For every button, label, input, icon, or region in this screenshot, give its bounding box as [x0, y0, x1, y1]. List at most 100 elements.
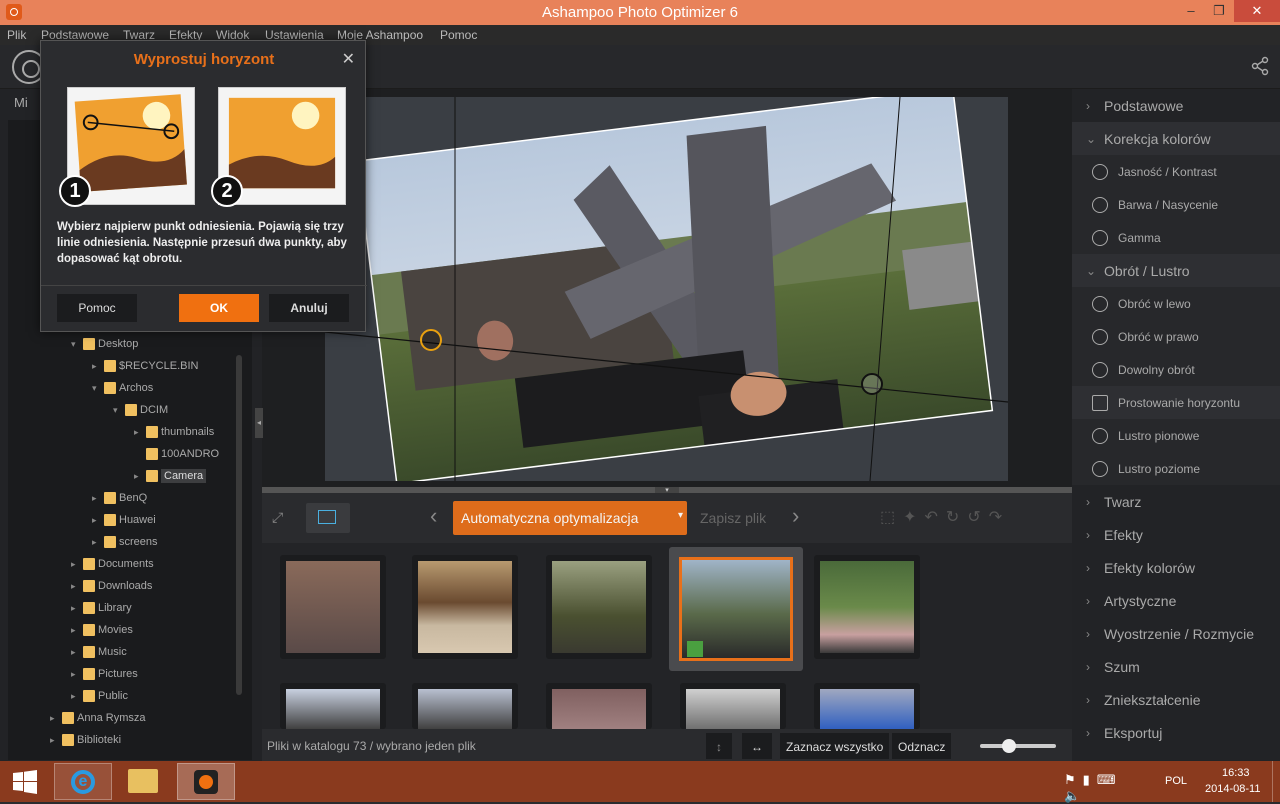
zoom-slider[interactable] [980, 744, 1056, 748]
expand-down-icon[interactable]: ▾ [92, 383, 104, 394]
horizontal-resize-icon[interactable]: ↔ [742, 733, 772, 759]
reference-point-1[interactable] [420, 329, 442, 351]
tree-item[interactable]: ▸ Documents [71, 553, 154, 575]
expand-right-icon[interactable]: ▸ [50, 713, 62, 724]
tree-item[interactable]: 100ANDRO [134, 443, 219, 465]
section-wyostrzenie[interactable]: › Wyostrzenie / Rozmycie [1072, 617, 1280, 650]
expand-right-icon[interactable]: ▸ [71, 691, 83, 702]
menu-plik[interactable]: Plik [7, 28, 26, 42]
show-desktop-button[interactable] [1272, 761, 1280, 802]
thumbnail[interactable] [546, 683, 652, 729]
thumbnail-selected[interactable] [669, 547, 803, 671]
close-icon[interactable]: ✕ [342, 49, 355, 69]
tree-item[interactable]: ▾ DCIM [113, 399, 168, 421]
clock-time[interactable]: 16:33 [1222, 767, 1250, 779]
section-szum[interactable]: › Szum [1072, 650, 1280, 683]
expand-right-icon[interactable]: ▸ [134, 427, 146, 438]
expand-right-icon[interactable]: ▸ [92, 493, 104, 504]
thumbnail[interactable] [280, 683, 386, 729]
tool-straighten-horizon[interactable]: Prostowanie horyzontu [1072, 386, 1280, 419]
undo-redo-tools[interactable]: ⬚✦↶↻↺↷ [880, 507, 1060, 529]
expand-right-icon[interactable]: ▸ [71, 581, 83, 592]
tree-item[interactable]: ▸ $RECYCLE.BIN [92, 355, 198, 377]
ashampoo-taskbar[interactable] [177, 763, 235, 800]
menu-pomoc[interactable]: Pomoc [440, 28, 477, 42]
expand-right-icon[interactable]: ▸ [50, 735, 62, 746]
expand-icon[interactable]: ⤢ [272, 509, 283, 526]
tool-hue[interactable]: Barwa / Nasycenie [1072, 188, 1280, 221]
language-indicator[interactable]: POL [1165, 775, 1187, 787]
tree-item[interactable]: ▸ Anna Rymsza [50, 707, 145, 729]
tool-rotate-right[interactable]: Obróć w prawo [1072, 320, 1280, 353]
prev-arrow-icon[interactable]: ‹ [430, 503, 437, 529]
section-artystyczne[interactable]: › Artystyczne [1072, 584, 1280, 617]
tool-free-rotate[interactable]: Dowolny obrót [1072, 353, 1280, 386]
expand-right-icon[interactable]: ▸ [92, 537, 104, 548]
auto-optimize-button[interactable]: Automatyczna optymalizacja ▾ [453, 501, 687, 535]
next-arrow-icon[interactable]: › [792, 503, 799, 529]
expand-right-icon[interactable]: ▸ [71, 669, 83, 680]
expand-right-icon[interactable]: ▸ [92, 361, 104, 372]
select-all-button[interactable]: Zaznacz wszystko [780, 733, 890, 759]
minimize-button[interactable]: – [1180, 0, 1202, 22]
section-efekty-kolorow[interactable]: › Efekty kolorów [1072, 551, 1280, 584]
deselect-button[interactable]: Odznacz [892, 733, 952, 759]
close-button[interactable]: ✕ [1234, 0, 1280, 22]
file-explorer-icon[interactable] [128, 769, 158, 793]
tree-item[interactable]: ▸ screens [92, 531, 158, 553]
tree-item[interactable]: ▸ Public [71, 685, 128, 707]
compare-view-button[interactable] [306, 503, 350, 533]
cancel-button[interactable]: Anuluj [269, 294, 349, 322]
tool-mirror-vertical[interactable]: Lustro pionowe [1072, 419, 1280, 452]
tree-item[interactable]: ▸ Biblioteki [50, 729, 121, 751]
tray-icons[interactable]: ⚑▮⌨🔈 [1064, 772, 1144, 804]
tree-item[interactable]: ▾ Archos [92, 377, 153, 399]
thumbnail[interactable] [680, 683, 786, 729]
save-file-button[interactable]: Zapisz plik [692, 501, 782, 535]
section-efekty[interactable]: › Efekty [1072, 518, 1280, 551]
expand-right-icon[interactable]: ▸ [71, 603, 83, 614]
expand-down-icon[interactable]: ▾ [71, 339, 83, 350]
tree-item[interactable]: ▸ thumbnails [134, 421, 214, 443]
tool-brightness[interactable]: Jasność / Kontrast [1072, 155, 1280, 188]
tree-item[interactable]: ▸ Pictures [71, 663, 138, 685]
collapse-left-handle[interactable]: ◂ [255, 408, 263, 438]
tree-item[interactable]: ▾ Desktop [71, 333, 138, 355]
ok-button[interactable]: OK [179, 294, 259, 322]
thumbnail[interactable] [280, 555, 386, 659]
expand-right-icon[interactable]: ▸ [71, 647, 83, 658]
windows-start-icon[interactable] [12, 769, 38, 795]
vertical-resize-icon[interactable]: ↕ [706, 733, 732, 759]
expand-right-icon[interactable]: ▸ [71, 559, 83, 570]
section-podstawowe[interactable]: › Podstawowe [1072, 89, 1280, 122]
tree-item[interactable]: ▸ Huawei [92, 509, 156, 531]
tool-rotate-left[interactable]: Obróć w lewo [1072, 287, 1280, 320]
tool-mirror-horizontal[interactable]: Lustro poziome [1072, 452, 1280, 485]
help-button[interactable]: Pomoc [57, 294, 137, 322]
section-korekcja-kolorow[interactable]: ⌄ Korekcja kolorów [1072, 122, 1280, 155]
thumbnail[interactable] [412, 555, 518, 659]
thumbnail[interactable] [546, 555, 652, 659]
zoom-slider-handle[interactable] [1002, 739, 1016, 753]
tree-item[interactable]: ▸ Camera [134, 465, 207, 487]
share-icon[interactable] [1250, 56, 1270, 76]
section-twarz[interactable]: › Twarz [1072, 485, 1280, 518]
maximize-button[interactable]: ❐ [1206, 0, 1232, 22]
reference-point-2[interactable] [861, 373, 883, 395]
tree-scrollbar[interactable] [236, 355, 242, 695]
clock-date[interactable]: 2014-08-11 [1205, 783, 1260, 795]
tree-item[interactable]: ▸ BenQ [92, 487, 147, 509]
tree-item[interactable]: ▸ Movies [71, 619, 133, 641]
section-obrot-lustro[interactable]: ⌄ Obrót / Lustro [1072, 254, 1280, 287]
section-znieksztalcenie[interactable]: › Zniekształcenie [1072, 683, 1280, 716]
thumbnail[interactable] [814, 683, 920, 729]
tree-item[interactable]: ▸ Music [71, 641, 127, 663]
thumbnail[interactable] [814, 555, 920, 659]
photo-canvas[interactable] [325, 97, 1008, 481]
internet-explorer-taskbar[interactable]: e [54, 763, 112, 800]
expand-right-icon[interactable]: ▸ [134, 471, 146, 482]
thumbnail[interactable] [412, 683, 518, 729]
expand-right-icon[interactable]: ▸ [92, 515, 104, 526]
tree-item[interactable]: ▸ Downloads [71, 575, 152, 597]
tool-gamma[interactable]: Gamma [1072, 221, 1280, 254]
